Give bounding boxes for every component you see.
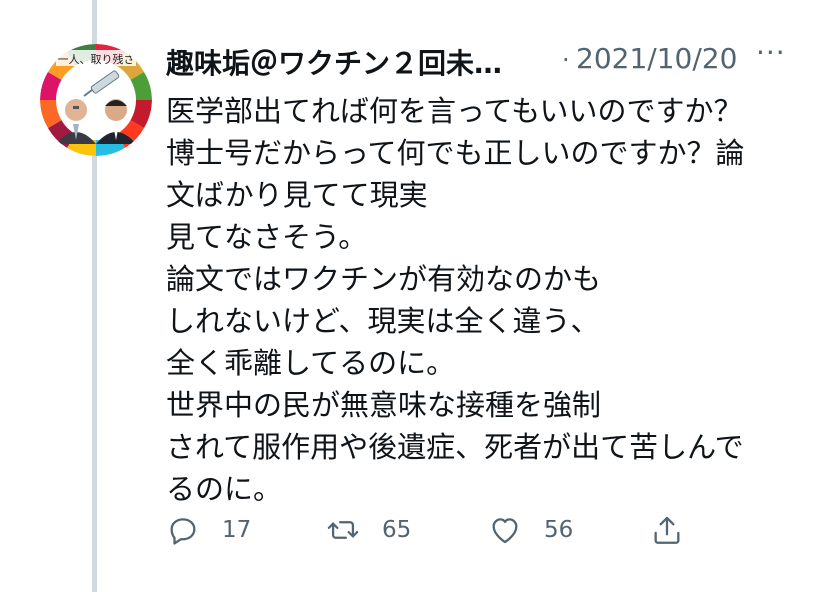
like-count: 56 — [544, 517, 574, 543]
avatar-banner-text: 一人、取り残さ — [58, 52, 135, 66]
tweet-text-line: 文ばかり見てて現実 — [166, 178, 428, 212]
reply-icon — [170, 518, 196, 545]
tweet-header: 趣味垢＠ワクチン２回未… · 2021/10/20 ··· — [166, 36, 806, 84]
more-options-icon[interactable]: ··· — [756, 36, 786, 69]
tweet-actions: 17 65 56 — [166, 506, 726, 554]
share-icon — [654, 516, 680, 544]
display-name[interactable]: 趣味垢＠ワクチン２回未… — [166, 42, 502, 82]
tweet-text-line: るのに。 — [166, 472, 283, 506]
tweet-text-line: 見てなさそう。 — [166, 220, 368, 254]
tweet-text-line: 博士号だからって何でも正しいのですか？論 — [166, 136, 745, 170]
heart-icon — [492, 518, 518, 544]
reply-count: 17 — [222, 517, 252, 543]
share-button[interactable] — [650, 506, 684, 554]
avatar-image: 一人、取り残さ — [40, 44, 152, 156]
tweet-text-line: されて服作用や後遺症、死者が出て苦しんで — [166, 430, 744, 464]
like-button[interactable]: 56 — [488, 506, 573, 554]
tweet-text-line: 医学部出てれば何を言ってもいいのですか？ — [166, 94, 743, 128]
retweet-button[interactable]: 65 — [326, 506, 411, 554]
tweet-text-line: 全く乖離してるのに。 — [166, 346, 456, 380]
avatar[interactable]: 一人、取り残さ — [40, 44, 152, 156]
separator-dot: · — [562, 46, 570, 74]
retweet-icon — [327, 521, 359, 539]
retweet-count: 65 — [382, 517, 412, 543]
tweet-text: 医学部出てれば何を言ってもいいのですか？ 博士号だからって何でも正しいのですか？論… — [166, 90, 786, 510]
tweet-timestamp[interactable]: 2021/10/20 — [576, 42, 737, 75]
reply-button[interactable]: 17 — [166, 506, 251, 554]
tweet-text-line: 世界中の民が無意味な接種を強制 — [166, 388, 602, 422]
tweet-text-line: 論文ではワクチンが有効なのかも — [166, 262, 602, 296]
tweet-text-line: しれないけど、現実は全く違う、 — [166, 304, 600, 338]
